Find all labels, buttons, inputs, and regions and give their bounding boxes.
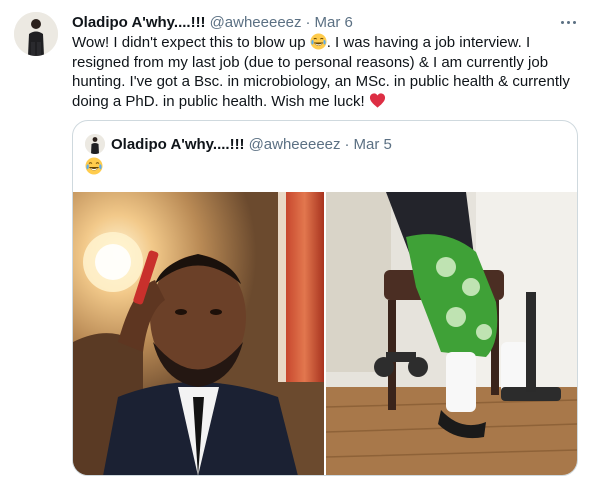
author-avatar[interactable]: [14, 12, 58, 56]
tweet-header: Oladipo A'why....!!! @awheeeeez · Mar 6: [72, 12, 353, 32]
separator-dot: ·: [305, 13, 311, 31]
face-with-tears-of-joy-icon: [310, 33, 327, 50]
quoted-author-handle: @awheeeeez: [248, 135, 341, 153]
tweet-text: Wow! I didn't expect this to blow up . I…: [72, 33, 577, 111]
quoted-author-avatar: [85, 134, 105, 154]
author-handle[interactable]: @awheeeeez: [210, 14, 302, 31]
tweet-date[interactable]: Mar 6: [315, 14, 353, 31]
quoted-tweet-media: [73, 192, 577, 475]
quoted-tweet-header: Oladipo A'why....!!! @awheeeeez · Mar 5: [85, 133, 392, 155]
author-display-name[interactable]: Oladipo A'why....!!!: [72, 14, 206, 31]
quoted-tweet[interactable]: Oladipo A'why....!!! @awheeeeez · Mar 5: [72, 120, 578, 476]
photo-feet-under-desk[interactable]: [326, 192, 577, 475]
quoted-author-display-name: Oladipo A'why....!!!: [111, 135, 245, 153]
quoted-tweet-date: Mar 5: [353, 135, 392, 153]
tweet-text-part1: Wow! I didn't expect this to blow up: [72, 34, 310, 51]
photo-selfie[interactable]: [73, 192, 324, 475]
quoted-tweet-text: [85, 157, 103, 177]
face-with-tears-of-joy-icon: [85, 157, 103, 175]
tweet-card[interactable]: Oladipo A'why....!!! @awheeeeez · Mar 6 …: [0, 0, 596, 483]
quoted-separator-dot: ·: [344, 135, 350, 153]
more-horizontal-icon[interactable]: [558, 12, 578, 32]
red-heart-icon: [369, 93, 385, 108]
